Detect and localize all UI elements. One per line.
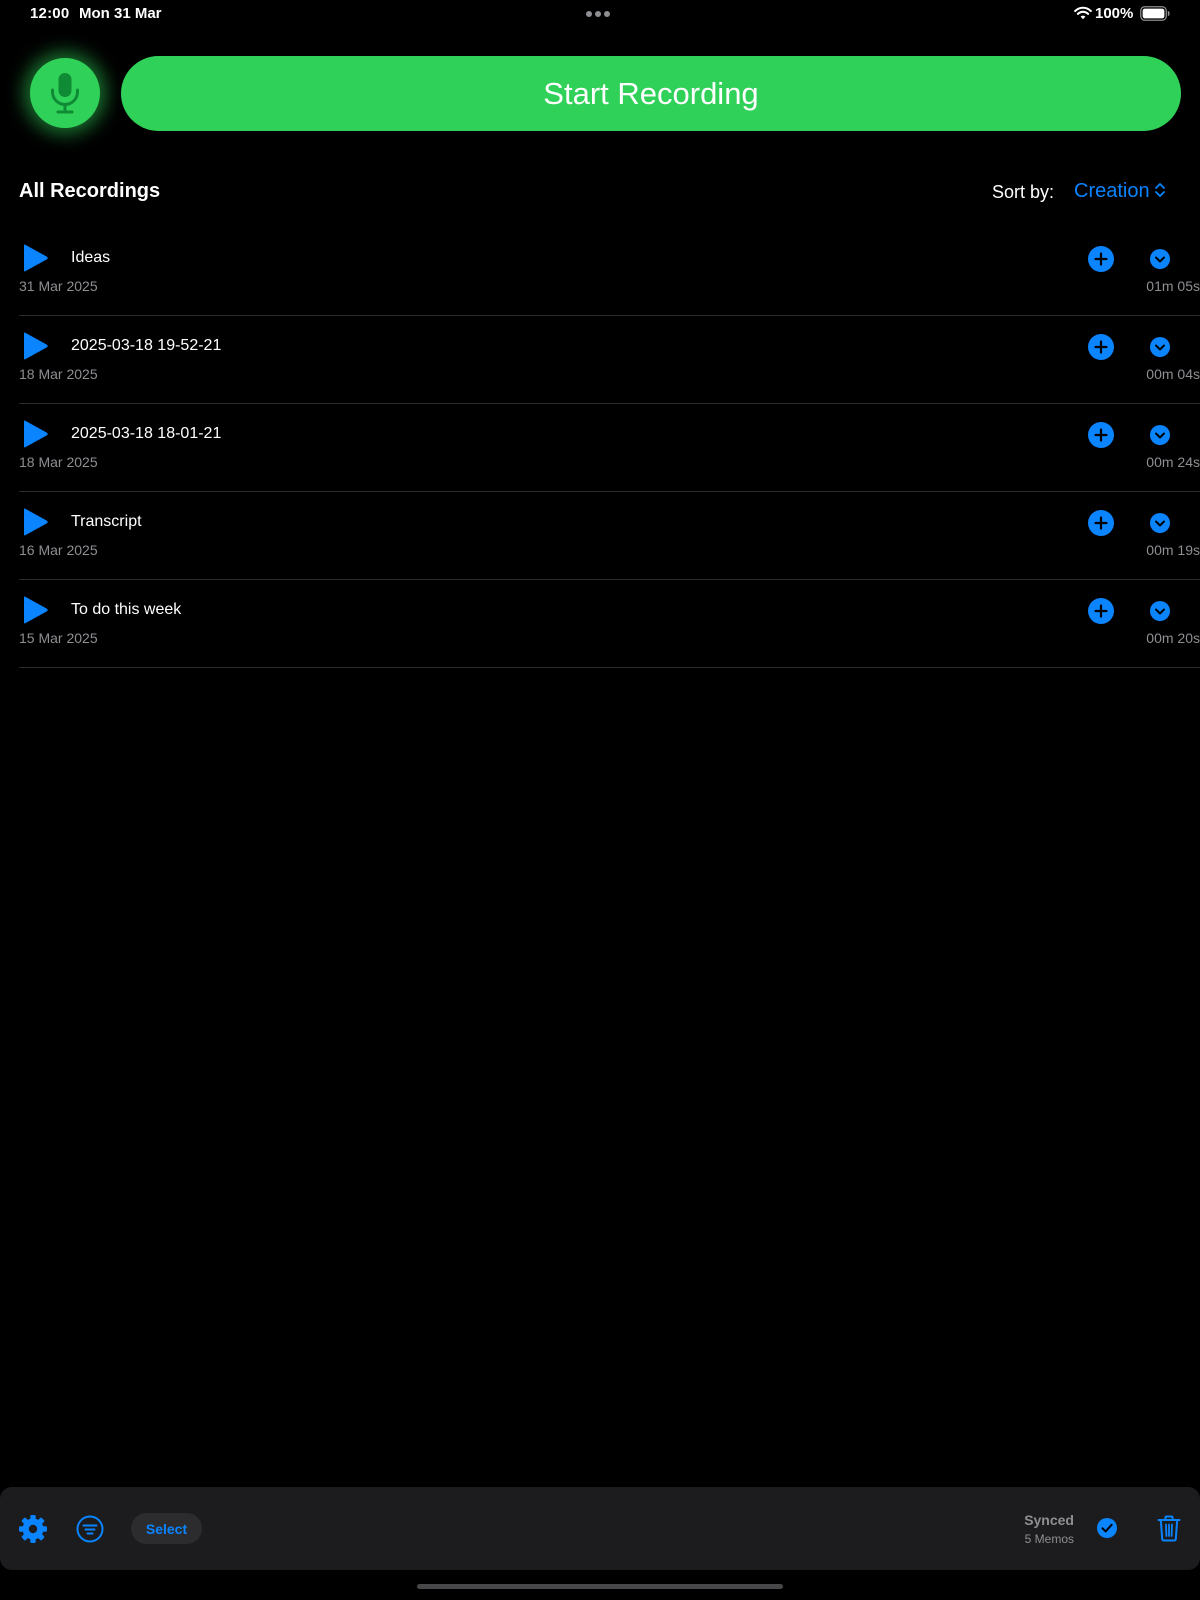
recording-title[interactable]: To do this week [71, 601, 181, 619]
section-title: All Recordings [19, 180, 161, 202]
recording-duration: 00m 19s [1146, 542, 1200, 558]
status-bar: 12:00 Mon 31 Mar 100% [0, 0, 1200, 28]
recording-duration: 01m 05s [1146, 278, 1200, 294]
microphone-icon [51, 73, 79, 114]
recording-row[interactable]: Transcript 16 Mar 2025 00m 19s [19, 493, 1200, 580]
chevron-down-circle-icon[interactable] [1150, 337, 1170, 357]
plus-circle-icon[interactable] [1088, 334, 1114, 360]
select-button[interactable]: Select [131, 1513, 202, 1544]
recording-date: 15 Mar 2025 [19, 630, 98, 646]
battery-icon [1140, 6, 1170, 21]
start-recording-button[interactable]: Start Recording [121, 56, 1181, 131]
bottom-toolbar: Select Synced 5 Memos [0, 1487, 1200, 1570]
recording-title[interactable]: 2025-03-18 18-01-21 [71, 425, 221, 443]
checkmark-circle-icon [1097, 1518, 1117, 1538]
plus-circle-icon[interactable] [1088, 246, 1114, 272]
recording-row[interactable]: Ideas 31 Mar 2025 01m 05s [19, 229, 1200, 316]
recording-duration: 00m 04s [1146, 366, 1200, 382]
sort-label: Sort by: [992, 182, 1055, 202]
chevron-down-circle-icon[interactable] [1150, 249, 1170, 269]
recording-date: 16 Mar 2025 [19, 542, 98, 558]
microphone-button[interactable] [30, 58, 100, 128]
sort-dropdown[interactable]: Creation [1074, 180, 1166, 203]
recording-title[interactable]: 2025-03-18 19-52-21 [71, 337, 221, 355]
plus-circle-icon[interactable] [1088, 422, 1114, 448]
play-icon[interactable] [21, 507, 49, 537]
recording-title[interactable]: Ideas [71, 249, 110, 267]
plus-circle-icon[interactable] [1088, 510, 1114, 536]
recording-title[interactable]: Transcript [71, 513, 142, 531]
chevron-up-down-icon [1154, 183, 1165, 198]
status-date: Mon 31 Mar [79, 5, 162, 22]
wifi-icon [1074, 6, 1092, 20]
memo-count: 5 Memos [1024, 1532, 1074, 1546]
play-icon[interactable] [21, 243, 49, 273]
recording-date: 18 Mar 2025 [19, 454, 98, 470]
chevron-down-circle-icon[interactable] [1150, 513, 1170, 533]
recording-row[interactable]: 2025-03-18 19-52-21 18 Mar 2025 00m 04s [19, 317, 1200, 404]
play-icon[interactable] [21, 331, 49, 361]
chevron-down-circle-icon[interactable] [1150, 601, 1170, 621]
recording-date: 18 Mar 2025 [19, 366, 98, 382]
plus-circle-icon[interactable] [1088, 598, 1114, 624]
recording-row[interactable]: To do this week 15 Mar 2025 00m 20s [19, 581, 1200, 668]
status-time: 12:00 [30, 5, 70, 22]
multitasking-dots-icon[interactable] [586, 11, 614, 17]
recording-duration: 00m 20s [1146, 630, 1200, 646]
home-indicator[interactable] [417, 1584, 783, 1589]
recording-duration: 00m 24s [1146, 454, 1200, 470]
sync-status: Synced [1024, 1512, 1074, 1528]
filter-icon[interactable] [76, 1515, 104, 1543]
chevron-down-circle-icon[interactable] [1150, 425, 1170, 445]
play-icon[interactable] [21, 419, 49, 449]
recording-date: 31 Mar 2025 [19, 278, 98, 294]
battery-percentage: 100% [1095, 5, 1134, 22]
play-icon[interactable] [21, 595, 49, 625]
gear-icon[interactable] [18, 1514, 48, 1544]
recording-row[interactable]: 2025-03-18 18-01-21 18 Mar 2025 00m 24s [19, 405, 1200, 492]
trash-icon[interactable] [1157, 1515, 1181, 1542]
sort-value: Creation [1074, 180, 1150, 202]
